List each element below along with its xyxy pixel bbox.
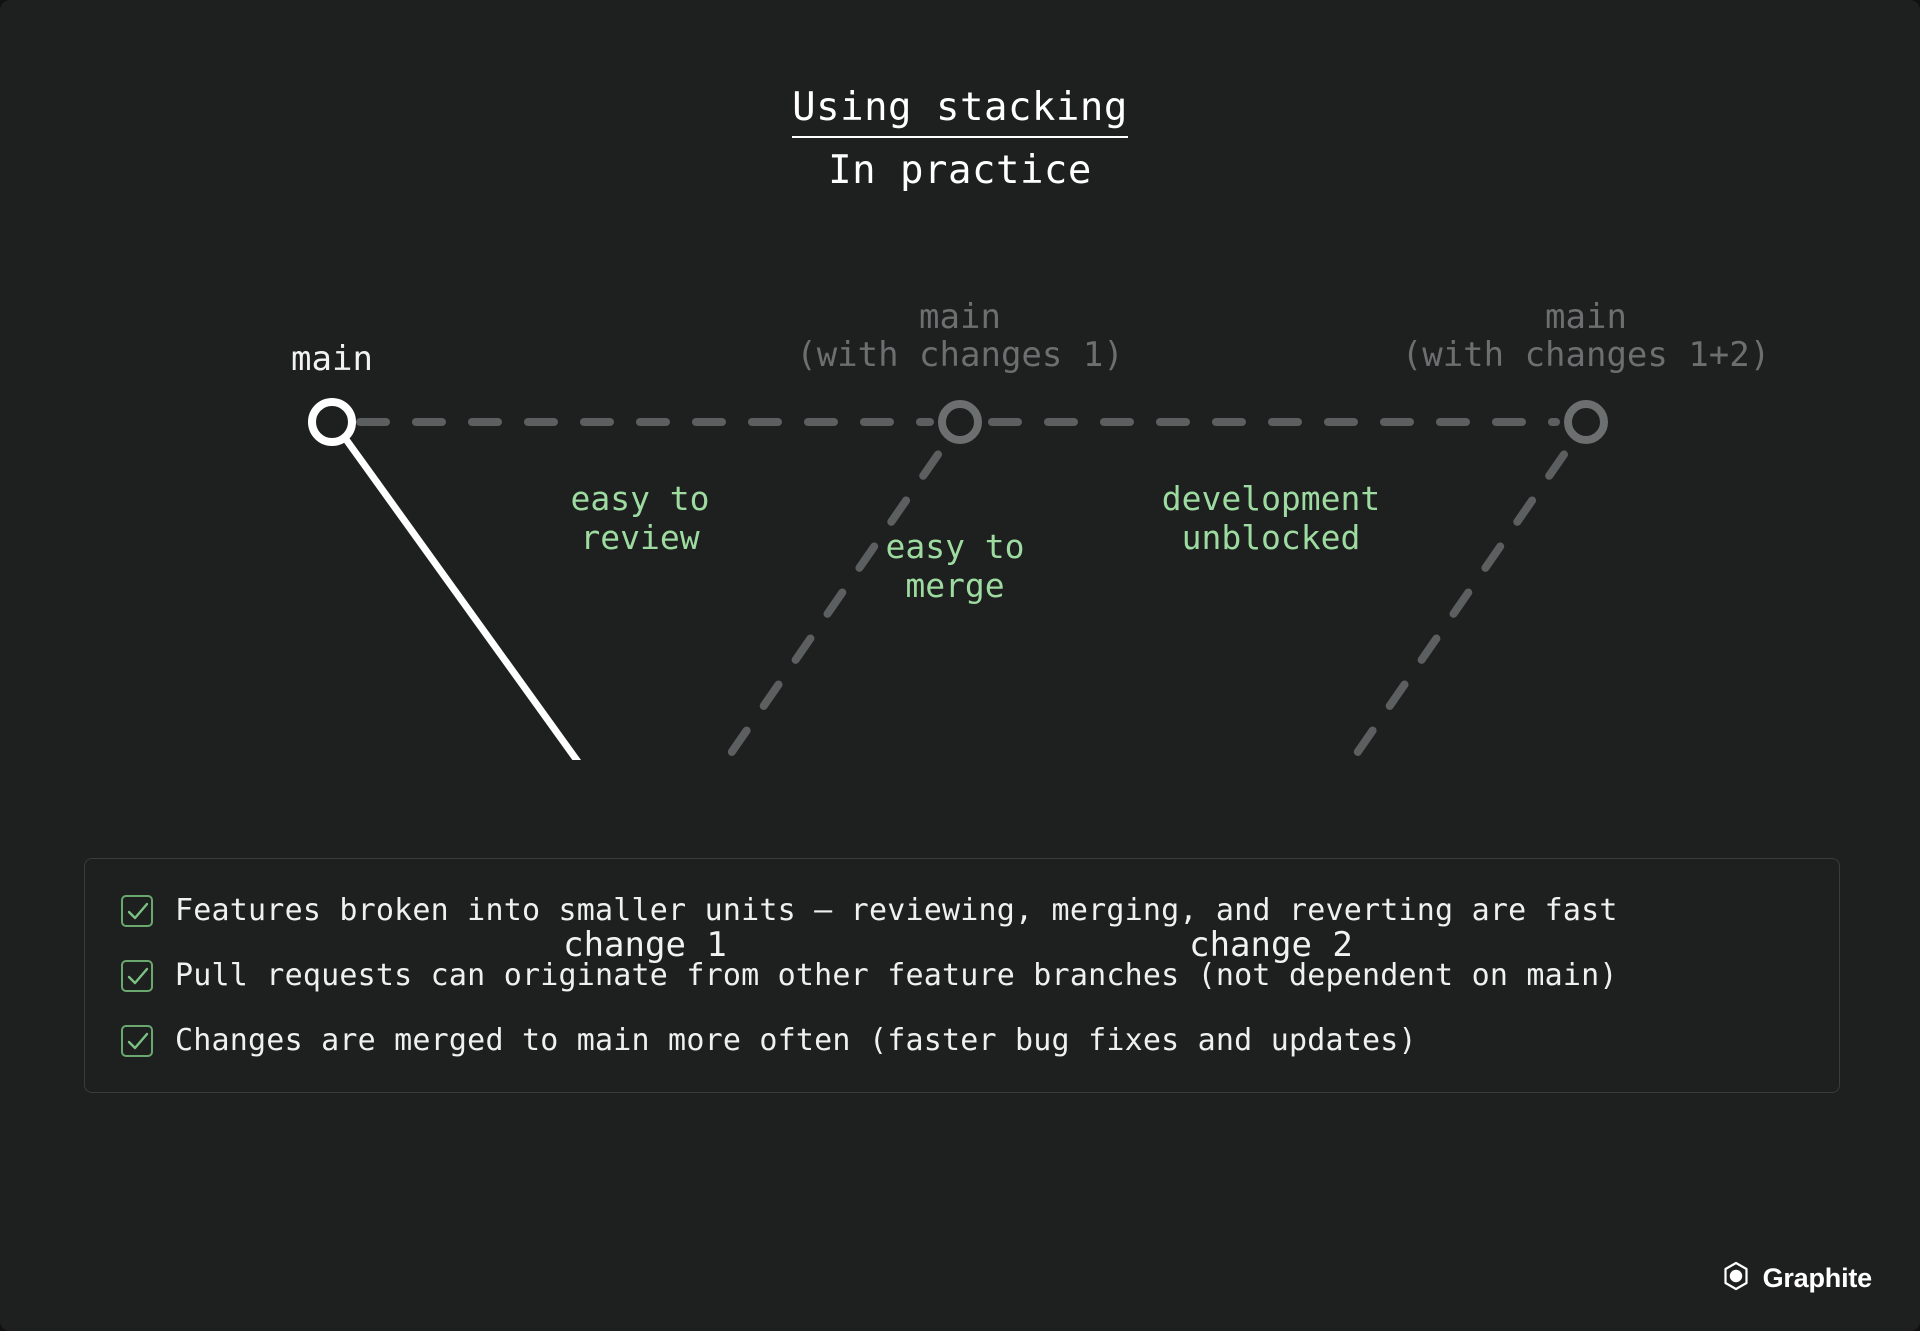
graphite-logo-icon	[1721, 1261, 1751, 1295]
checklist-item-text: Features broken into smaller units — rev…	[175, 893, 1618, 928]
node-label-main-with-changes-1-2: main (with changes 1+2)	[1401, 297, 1771, 376]
node-main-with-changes-1-2[interactable]	[1564, 400, 1608, 444]
annotation-development-unblocked: development unblocked	[1161, 479, 1381, 557]
checklist-item[interactable]: Changes are merged to main more often (f…	[121, 1023, 1799, 1058]
brand-name: Graphite	[1762, 1262, 1873, 1293]
page-title: Using stacking	[792, 85, 1128, 138]
node-main-with-changes-1[interactable]	[938, 400, 982, 444]
node-main[interactable]	[308, 398, 356, 446]
node-label-main-with-changes-1: main (with changes 1)	[796, 297, 1124, 376]
checklist-item[interactable]: Pull requests can originate from other f…	[121, 958, 1799, 993]
annotation-easy-to-review: easy to review	[570, 479, 710, 557]
checkbox-checked-icon[interactable]	[121, 894, 153, 927]
checklist-item[interactable]: Features broken into smaller units — rev…	[121, 893, 1799, 928]
checklist-item-text: Pull requests can originate from other f…	[175, 958, 1618, 993]
checkbox-checked-icon[interactable]	[121, 1024, 153, 1057]
title-block: Using stacking In practice	[0, 85, 1920, 193]
checklist-item-text: Changes are merged to main more often (f…	[175, 1023, 1417, 1058]
brand-footer: Graphite	[1721, 1261, 1872, 1295]
page-subtitle: In practice	[828, 147, 1092, 193]
stacking-diagram: main main (with changes 1) main (with ch…	[0, 240, 1920, 964]
benefits-checklist: Features broken into smaller units — rev…	[84, 858, 1840, 1093]
node-label-main: main	[291, 339, 373, 379]
annotation-easy-to-merge: easy to merge	[885, 527, 1025, 605]
slide-canvas: Using stacking In practice main main (wi…	[0, 0, 1920, 1331]
checkbox-checked-icon[interactable]	[121, 959, 153, 992]
